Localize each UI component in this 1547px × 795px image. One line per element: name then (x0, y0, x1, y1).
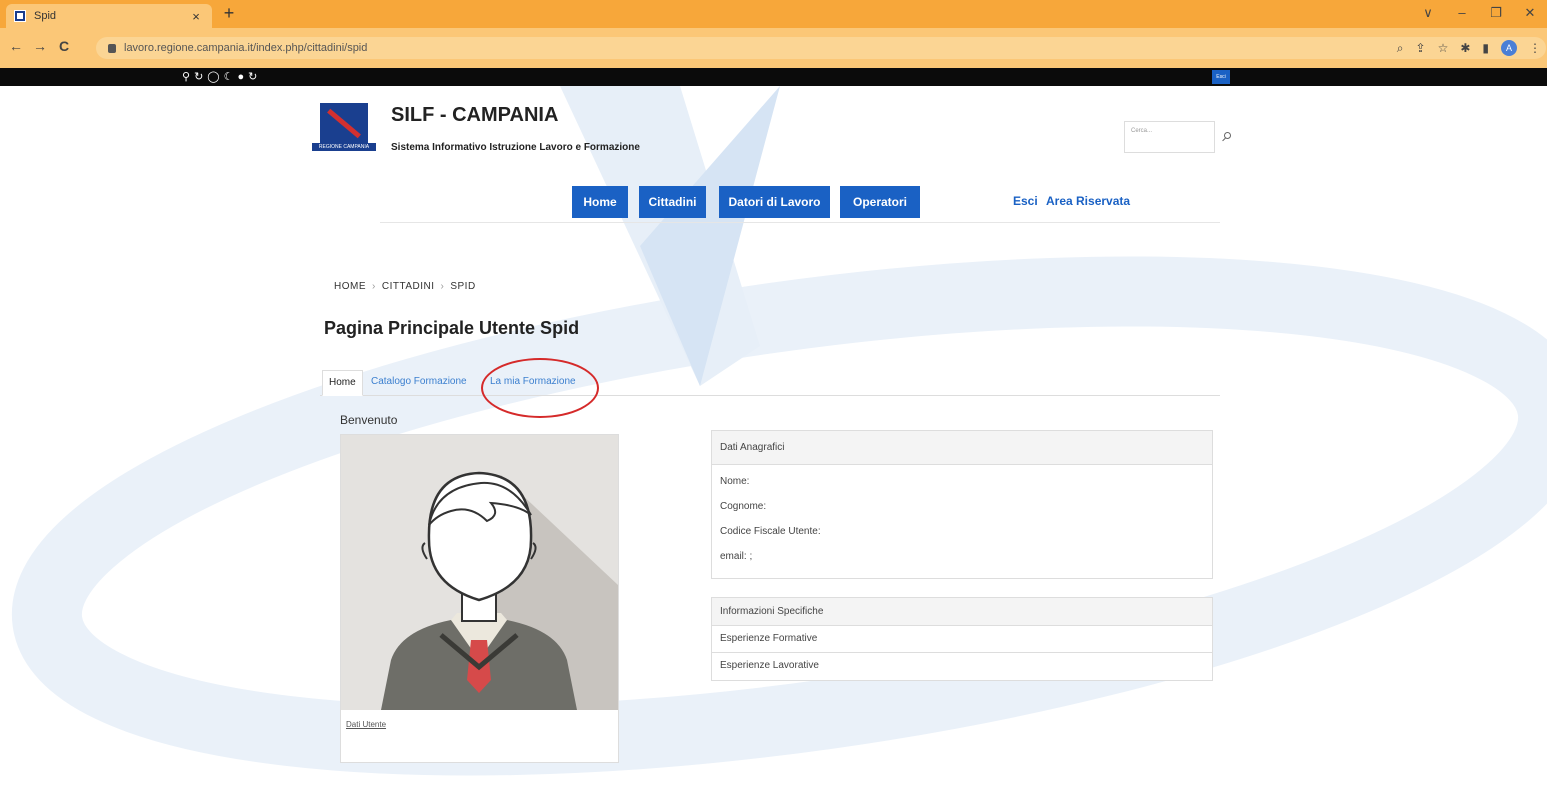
reserved-area-link[interactable]: Area Riservata (1046, 194, 1130, 208)
site-subtitle: Sistema Informativo Istruzione Lavoro e … (391, 142, 640, 153)
field-nome: Nome: (720, 476, 750, 487)
nav-home-button[interactable]: Home (572, 186, 628, 218)
high-contrast-icon[interactable]: ● (237, 69, 244, 85)
browser-tab-bar: Spid × + ∨ – ❐ ✕ (0, 0, 1547, 28)
restore-icon[interactable]: ❐ (1479, 2, 1513, 24)
menu-kebab-icon[interactable]: ⋮ (1529, 41, 1541, 55)
user-avatar-icon (341, 435, 618, 710)
breadcrumb-separator-icon: › (372, 281, 376, 292)
back-arrow-icon[interactable]: ← (6, 38, 26, 54)
minimize-icon[interactable]: – (1445, 2, 1479, 24)
url-text: lavoro.regione.campania.it/index.php/cit… (124, 42, 368, 54)
share-icon[interactable]: ⇪ (1416, 41, 1426, 55)
search-icon[interactable] (1224, 132, 1231, 139)
profile-avatar[interactable]: A (1501, 40, 1517, 56)
browser-tab[interactable]: Spid × (6, 4, 212, 28)
new-tab-button[interactable]: + (218, 4, 240, 24)
personal-data-title: Dati Anagrafici (712, 431, 1212, 465)
accessibility-bar: ⚲ ↻ ◯ ☾ ● ↻ Esci (0, 68, 1547, 86)
welcome-text: Benvenuto (340, 413, 398, 427)
breadcrumb-separator-icon: › (440, 281, 445, 292)
forward-arrow-icon[interactable]: → (30, 38, 50, 54)
search-input[interactable]: Cerca... (1124, 121, 1215, 153)
site-title: SILF - CAMPANIA (391, 104, 559, 126)
highlight-annotation (481, 358, 599, 418)
tab-catalogo-formazione[interactable]: Catalogo Formazione (365, 370, 473, 396)
nav-cittadini-button[interactable]: Cittadini (639, 186, 706, 218)
specific-info-title: Informazioni Specifiche (712, 598, 1212, 625)
user-data-link[interactable]: Dati Utente (346, 720, 386, 729)
breadcrumb: HOME › CITTADINI › SPID (334, 281, 476, 292)
page-title: Pagina Principale Utente Spid (324, 318, 580, 338)
browser-window: Spid × + ∨ – ❐ ✕ ← → C lavoro.regione.ca… (0, 0, 1547, 795)
toolbar-icons: ⌕ ⇪ ☆ ✱ ▮ A ⋮ (1397, 40, 1541, 56)
breadcrumb-cittadini[interactable]: CITTADINI (382, 281, 435, 292)
row-esperienze-formative[interactable]: Esperienze Formative (712, 625, 1212, 652)
nav-datori-button[interactable]: Datori di Lavoro (719, 186, 830, 218)
refresh-icon[interactable]: ↻ (194, 69, 203, 85)
field-codice-fiscale: Codice Fiscale Utente: (720, 526, 821, 537)
close-window-icon[interactable]: ✕ (1513, 2, 1547, 24)
lock-icon[interactable] (108, 43, 116, 53)
address-bar[interactable]: lavoro.regione.campania.it/index.php/cit… (96, 37, 1546, 59)
logout-link[interactable]: Esci (1013, 194, 1038, 208)
breadcrumb-spid: SPID (450, 281, 476, 292)
bookmark-star-icon[interactable]: ☆ (1438, 41, 1449, 55)
row-esperienze-lavorative[interactable]: Esperienze Lavorative (712, 652, 1212, 679)
reset-icon[interactable]: ↻ (248, 69, 257, 85)
nav-divider (380, 222, 1220, 223)
tab-search-icon[interactable]: ∨ (1411, 2, 1445, 24)
regione-campania-logo[interactable]: REGIONE CAMPANIA (312, 103, 376, 153)
accessibility-tools: ⚲ ↻ ◯ ☾ ● ↻ (182, 69, 257, 85)
dark-mode-icon[interactable]: ☾ (224, 69, 234, 85)
site-favicon-icon (14, 10, 26, 22)
contrast-icon[interactable]: ◯ (207, 69, 219, 85)
nav-operatori-button[interactable]: Operatori (840, 186, 920, 218)
tab-home[interactable]: Home (322, 370, 363, 396)
accessibility-exit-button[interactable]: Esci (1212, 70, 1230, 84)
tab-title: Spid (34, 10, 57, 22)
field-cognome: Cognome: (720, 501, 767, 512)
field-email: email: ; (720, 551, 753, 562)
side-panel-icon[interactable]: ▮ (1482, 41, 1489, 55)
window-controls: ∨ – ❐ ✕ (1411, 2, 1547, 24)
avatar (341, 435, 618, 710)
zoom-icon[interactable]: ⌕ (1397, 41, 1404, 56)
reload-icon[interactable]: C (54, 38, 74, 54)
extensions-icon[interactable]: ✱ (1460, 41, 1470, 55)
logo-shield-icon (320, 103, 368, 143)
tab-close-icon[interactable]: × (188, 9, 204, 24)
logo-text: REGIONE CAMPANIA (312, 143, 376, 151)
zoom-text-icon[interactable]: ⚲ (182, 69, 190, 85)
breadcrumb-home[interactable]: HOME (334, 281, 366, 292)
